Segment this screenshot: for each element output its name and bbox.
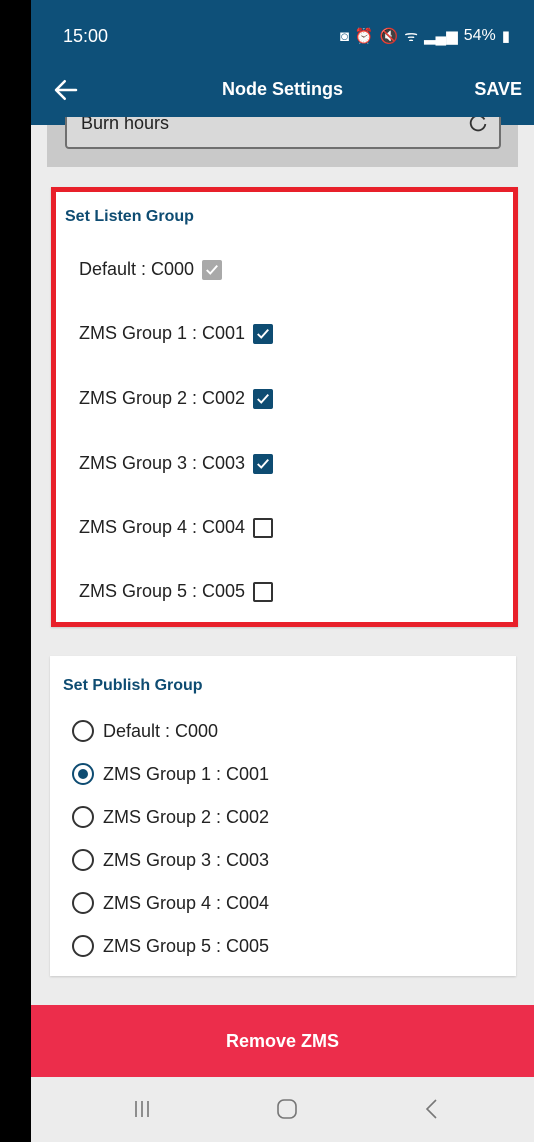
- publish-item-label: Default : C000: [103, 720, 219, 741]
- mute-icon: 🔇: [379, 28, 399, 45]
- status-bar: 15:00 ◙ ⏰ 🔇 ᯤ ▂▄▆ 54% ▮: [31, 0, 534, 70]
- burn-hours-label: Burn hours: [81, 117, 170, 133]
- radio-unselected[interactable]: [72, 849, 94, 871]
- listen-item-group-2[interactable]: ZMS Group 2 : C002: [79, 388, 274, 409]
- checkbox-unchecked[interactable]: [253, 581, 274, 602]
- radio-selected[interactable]: [72, 763, 94, 785]
- listen-group-title: Set Listen Group: [65, 208, 194, 225]
- listen-item-label: ZMS Group 2 : C002: [79, 388, 246, 408]
- listen-item-label: ZMS Group 5 : C005: [79, 581, 246, 601]
- battery-percent: 54%: [463, 27, 496, 44]
- radio-unselected[interactable]: [72, 892, 94, 914]
- radio-unselected[interactable]: [72, 720, 94, 742]
- listen-item-label: ZMS Group 3 : C003: [79, 453, 246, 473]
- alarm-icon: ⏰: [354, 28, 374, 45]
- publish-item-group-5[interactable]: ZMS Group 5 : C005: [72, 935, 269, 957]
- publish-item-group-3[interactable]: ZMS Group 3 : C003: [72, 849, 269, 871]
- page-title: Node Settings: [221, 79, 343, 99]
- publish-item-label: ZMS Group 4 : C004: [103, 892, 270, 913]
- check-icon: [257, 328, 270, 339]
- checkbox-checked[interactable]: [253, 323, 274, 344]
- listen-item-group-4[interactable]: ZMS Group 4 : C004: [79, 517, 274, 538]
- listen-group-card: Set Listen Group Default : C000 ZMS Grou…: [51, 187, 518, 627]
- checkbox-checked-disabled[interactable]: [202, 259, 223, 280]
- burn-hours-section: Burn hours: [47, 117, 518, 167]
- listen-item-group-5[interactable]: ZMS Group 5 : C005: [79, 581, 274, 602]
- status-time: 15:00: [63, 26, 109, 46]
- checkbox-checked[interactable]: [253, 453, 274, 474]
- phone-screen: 15:00 ◙ ⏰ 🔇 ᯤ ▂▄▆ 54% ▮ Node Settings SA…: [31, 0, 534, 1142]
- publish-item-label: ZMS Group 5 : C005: [103, 935, 270, 956]
- chevron-left-icon[interactable]: [417, 1097, 447, 1121]
- publish-group-card: Set Publish Group Default : C000 ZMS Gro…: [50, 656, 516, 976]
- publish-group-title: Set Publish Group: [63, 677, 203, 694]
- listen-item-label: ZMS Group 1 : C001: [79, 323, 246, 343]
- listen-item-group-1[interactable]: ZMS Group 1 : C001: [79, 323, 274, 344]
- radio-unselected[interactable]: [72, 806, 94, 828]
- listen-item-default[interactable]: Default : C000: [79, 259, 223, 280]
- publish-item-group-2[interactable]: ZMS Group 2 : C002: [72, 806, 269, 828]
- listen-item-label: ZMS Group 4 : C004: [79, 517, 246, 537]
- check-icon: [257, 393, 270, 404]
- home-icon[interactable]: [272, 1097, 302, 1121]
- check-icon: [257, 458, 270, 469]
- radio-unselected[interactable]: [72, 935, 94, 957]
- system-nav-bar: [31, 1077, 534, 1142]
- publish-item-group-4[interactable]: ZMS Group 4 : C004: [72, 892, 269, 914]
- checkbox-unchecked[interactable]: [253, 517, 274, 538]
- publish-item-label: ZMS Group 2 : C002: [103, 806, 270, 827]
- remove-zms-button[interactable]: Remove ZMS: [31, 1005, 534, 1077]
- recents-icon[interactable]: [127, 1097, 157, 1121]
- battery-icon: ▮: [501, 28, 510, 45]
- listen-item-group-3[interactable]: ZMS Group 3 : C003: [79, 453, 274, 474]
- save-button[interactable]: SAVE: [474, 79, 522, 100]
- burn-hours-field[interactable]: Burn hours: [65, 117, 501, 149]
- checkbox-checked[interactable]: [253, 388, 274, 409]
- check-icon: [206, 264, 219, 275]
- publish-item-label: ZMS Group 3 : C003: [103, 849, 270, 870]
- listen-item-label: Default : C000: [79, 259, 195, 279]
- publish-item-default[interactable]: Default : C000: [72, 720, 218, 742]
- signal-icon: ▂▄▆: [424, 28, 458, 45]
- status-icons: ◙ ⏰ 🔇 ᯤ ▂▄▆ 54% ▮: [340, 26, 510, 46]
- publish-item-group-1[interactable]: ZMS Group 1 : C001: [72, 763, 269, 785]
- publish-item-label: ZMS Group 1 : C001: [103, 763, 270, 784]
- wifi-icon: ᯤ: [404, 28, 418, 45]
- refresh-icon[interactable]: [467, 117, 489, 135]
- notification-icon: ◙: [339, 27, 349, 45]
